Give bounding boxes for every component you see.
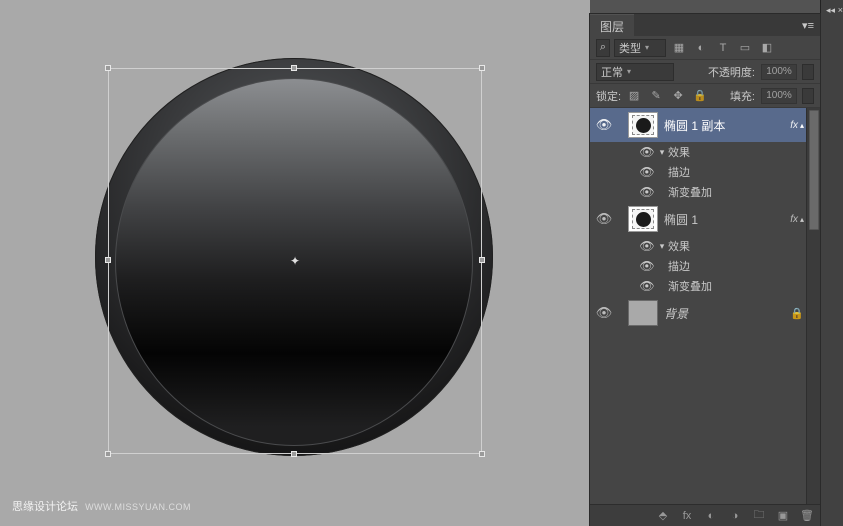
chevron-down-icon: ▾ [645, 43, 649, 52]
layer-thumbnail[interactable] [628, 300, 658, 326]
transform-handle-top-left[interactable] [105, 65, 111, 71]
blend-mode-dropdown[interactable]: 正常 ▾ [596, 63, 674, 81]
layer-row-ellipse[interactable]: 👁 椭圆 1 fx ▴ [590, 202, 820, 236]
visibility-icon[interactable]: 👁 [638, 239, 656, 253]
chevron-down-icon: ▾ [627, 67, 631, 76]
fx-badge[interactable]: fx [790, 214, 798, 225]
visibility-icon[interactable]: 👁 [594, 117, 614, 133]
new-group-icon[interactable]: 🗀 [750, 507, 768, 525]
layers-panel: 图层 ▾≡ ⌕ 类型 ▾ ▦ ◐ T ▭ ◧ 正常 ▾ 不透明度: 100% 锁定:… [590, 14, 820, 526]
filter-search-icon[interactable]: ⌕ [596, 39, 610, 57]
visibility-icon[interactable]: 👁 [638, 145, 656, 159]
chevron-down-icon[interactable]: ▴ [800, 121, 804, 130]
layers-panel-footer: ⬘ fx ◐ ◑ 🗀 ▣ 🗑 [590, 504, 820, 526]
fx-badge[interactable]: fx [790, 120, 798, 131]
lock-label: 锁定: [596, 88, 621, 104]
watermark-label: 思缘设计论坛 [12, 501, 78, 513]
twirl-down-icon[interactable]: ▾ [656, 147, 668, 158]
layer-thumbnail[interactable] [628, 112, 658, 138]
lock-row: 锁定: ▨ ✎ ✥ 🔒 填充: 100% [590, 84, 820, 108]
delete-layer-icon[interactable]: 🗑 [798, 507, 816, 525]
layer-name[interactable]: 椭圆 1 副本 [664, 117, 790, 134]
visibility-icon[interactable]: 👁 [638, 279, 656, 293]
fx-item-label: 渐变叠加 [668, 184, 712, 200]
fx-group: 👁 ▾ 效果 [590, 142, 820, 162]
canvas-viewport[interactable]: ✦ 思缘设计论坛 WWW.MISSYUAN.COM [0, 0, 590, 526]
layer-row-ellipse-copy[interactable]: 👁 椭圆 1 副本 fx ▴ [590, 108, 820, 142]
layer-filter-row: ⌕ 类型 ▾ ▦ ◐ T ▭ ◧ [590, 36, 820, 60]
fx-item-label: 描边 [668, 164, 690, 180]
tab-layers[interactable]: 图层 [590, 14, 634, 36]
filter-pixel-icon[interactable]: ▦ [670, 39, 688, 57]
scrollbar-track[interactable] [806, 108, 820, 508]
opacity-slider-icon[interactable] [802, 64, 814, 80]
tab-label: 图层 [600, 20, 624, 34]
visibility-icon[interactable]: 👁 [594, 211, 614, 227]
layer-thumbnail[interactable] [628, 206, 658, 232]
layer-list: 👁 椭圆 1 副本 fx ▴ 👁 ▾ 效果 👁 描边 👁 渐变叠加 👁 椭圆 1 [590, 108, 820, 508]
visibility-icon[interactable]: 👁 [638, 185, 656, 199]
lock-transparency-icon[interactable]: ▨ [625, 87, 643, 105]
layer-mask-icon[interactable]: ◐ [702, 507, 720, 525]
fx-item-gradient-overlay[interactable]: 👁 渐变叠加 [590, 276, 820, 296]
fx-label: 效果 [668, 144, 690, 160]
opacity-label: 不透明度: [708, 64, 755, 80]
fx-item-label: 渐变叠加 [668, 278, 712, 294]
visibility-icon[interactable]: 👁 [594, 305, 614, 321]
transform-handle-bottom-right[interactable] [479, 451, 485, 457]
opacity-input[interactable]: 100% [761, 64, 797, 80]
layer-style-icon[interactable]: fx [678, 507, 696, 525]
filter-type-icon[interactable]: T [714, 39, 732, 57]
filter-kind-label: 类型 [619, 40, 641, 56]
watermark-text: 思缘设计论坛 WWW.MISSYUAN.COM [12, 498, 191, 514]
fx-item-stroke[interactable]: 👁 描边 [590, 256, 820, 276]
fx-group: 👁 ▾ 效果 [590, 236, 820, 256]
fill-slider-icon[interactable] [802, 88, 814, 104]
transform-handle-bottom-left[interactable] [105, 451, 111, 457]
blend-mode-value: 正常 [601, 64, 623, 80]
ellipse-1-copy-shape [115, 78, 473, 446]
filter-kind-dropdown[interactable]: 类型 ▾ [614, 39, 666, 57]
filter-shape-icon[interactable]: ▭ [736, 39, 754, 57]
fx-item-stroke[interactable]: 👁 描边 [590, 162, 820, 182]
visibility-icon[interactable]: 👁 [638, 165, 656, 179]
filter-adjust-icon[interactable]: ◐ [692, 39, 710, 57]
panel-menu-icon[interactable]: ▾≡ [796, 15, 820, 36]
transform-handle-top-right[interactable] [479, 65, 485, 71]
chevron-down-icon[interactable]: ▴ [800, 215, 804, 224]
adjustment-layer-icon[interactable]: ◑ [726, 507, 744, 525]
new-layer-icon[interactable]: ▣ [774, 507, 792, 525]
lock-icon: 🔒 [790, 307, 804, 320]
fx-label: 效果 [668, 238, 690, 254]
layer-name[interactable]: 背景 [664, 305, 790, 322]
layer-name[interactable]: 椭圆 1 [664, 211, 790, 228]
lock-all-icon[interactable]: 🔒 [691, 87, 709, 105]
close-icon[interactable]: × [838, 5, 843, 15]
fill-label: 填充: [730, 88, 755, 104]
lock-position-icon[interactable]: ✥ [669, 87, 687, 105]
visibility-icon[interactable]: 👁 [638, 259, 656, 273]
twirl-down-icon[interactable]: ▾ [656, 241, 668, 252]
watermark-url: WWW.MISSYUAN.COM [85, 502, 191, 512]
lock-pixels-icon[interactable]: ✎ [647, 87, 665, 105]
collapse-icon[interactable]: ◂◂ [826, 5, 835, 16]
scrollbar-thumb[interactable] [809, 110, 819, 230]
panel-dock-strip: ◂◂ × [820, 0, 843, 526]
filter-smart-icon[interactable]: ◧ [758, 39, 776, 57]
fill-input[interactable]: 100% [761, 88, 797, 104]
panel-tab-bar: 图层 ▾≡ [590, 14, 820, 36]
fx-item-label: 描边 [668, 258, 690, 274]
fx-item-gradient-overlay[interactable]: 👁 渐变叠加 [590, 182, 820, 202]
link-layers-icon[interactable]: ⬘ [654, 507, 672, 525]
blend-mode-row: 正常 ▾ 不透明度: 100% [590, 60, 820, 84]
layer-row-background[interactable]: 👁 背景 🔒 [590, 296, 820, 330]
